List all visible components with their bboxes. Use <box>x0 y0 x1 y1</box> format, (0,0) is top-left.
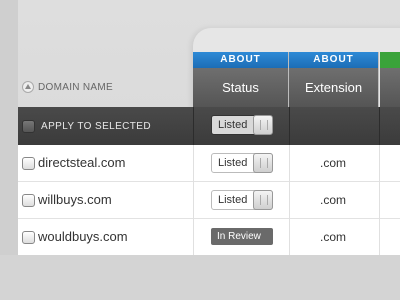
divider <box>193 182 194 219</box>
row-checkbox[interactable] <box>22 157 35 170</box>
status-badge: In Review <box>211 228 273 245</box>
status-toggle[interactable]: Listed <box>211 153 273 173</box>
domain-name[interactable]: willbuys.com <box>38 182 112 218</box>
divider <box>379 145 380 182</box>
column-title-next <box>380 68 400 107</box>
apply-to-selected-label: APPLY TO SELECTED <box>41 120 151 132</box>
table-footer-area <box>0 255 400 300</box>
status-label: Listed <box>218 157 248 169</box>
sort-up-icon[interactable] <box>22 81 34 93</box>
divider <box>193 107 194 145</box>
status-label: Listed <box>218 194 248 206</box>
divider <box>379 219 380 256</box>
bulk-action-row: APPLY TO SELECTED Listed <box>18 107 400 145</box>
divider <box>289 107 290 145</box>
divider <box>379 107 380 145</box>
extension-value: .com <box>319 156 346 170</box>
bulk-status-toggle[interactable]: Listed <box>211 115 273 135</box>
column-header-next[interactable] <box>380 52 400 107</box>
column-header-status[interactable]: ABOUT Status <box>193 52 289 107</box>
row-checkbox-wrap <box>22 194 35 207</box>
apply-to-selected: APPLY TO SELECTED <box>18 107 194 145</box>
extension-value: .com <box>319 230 346 244</box>
toggle-knob-icon[interactable] <box>253 153 273 173</box>
row-checkbox[interactable] <box>22 194 35 207</box>
divider <box>193 219 194 256</box>
domain-name-header[interactable]: DOMAIN NAME <box>18 76 194 98</box>
column-band-extension: ABOUT <box>289 52 378 68</box>
divider <box>193 145 194 182</box>
column-title-extension: Extension <box>289 68 378 107</box>
domain-name[interactable]: wouldbuys.com <box>38 219 128 255</box>
column-band-status: ABOUT <box>193 52 288 68</box>
table-row[interactable]: wouldbuys.com In Review .com <box>18 219 400 256</box>
table-row[interactable]: directsteal.com Listed .com <box>18 145 400 182</box>
column-band-next <box>380 52 400 68</box>
toggle-knob-icon[interactable] <box>253 115 273 135</box>
table-row[interactable]: willbuys.com Listed .com <box>18 182 400 219</box>
domain-name-header-label: DOMAIN NAME <box>38 81 113 93</box>
select-all-checkbox[interactable] <box>22 119 35 133</box>
extension-value: .com <box>319 193 346 207</box>
column-header-extension[interactable]: ABOUT Extension <box>289 52 379 107</box>
toggle-knob-icon[interactable] <box>253 190 273 210</box>
status-toggle[interactable]: Listed <box>211 190 273 210</box>
bulk-status-label: Listed <box>218 119 248 131</box>
divider <box>379 182 380 219</box>
row-checkbox[interactable] <box>22 231 35 244</box>
row-checkbox-wrap <box>22 231 35 244</box>
column-title-status: Status <box>193 68 288 107</box>
domain-name[interactable]: directsteal.com <box>38 145 125 181</box>
row-checkbox-wrap <box>22 157 35 170</box>
